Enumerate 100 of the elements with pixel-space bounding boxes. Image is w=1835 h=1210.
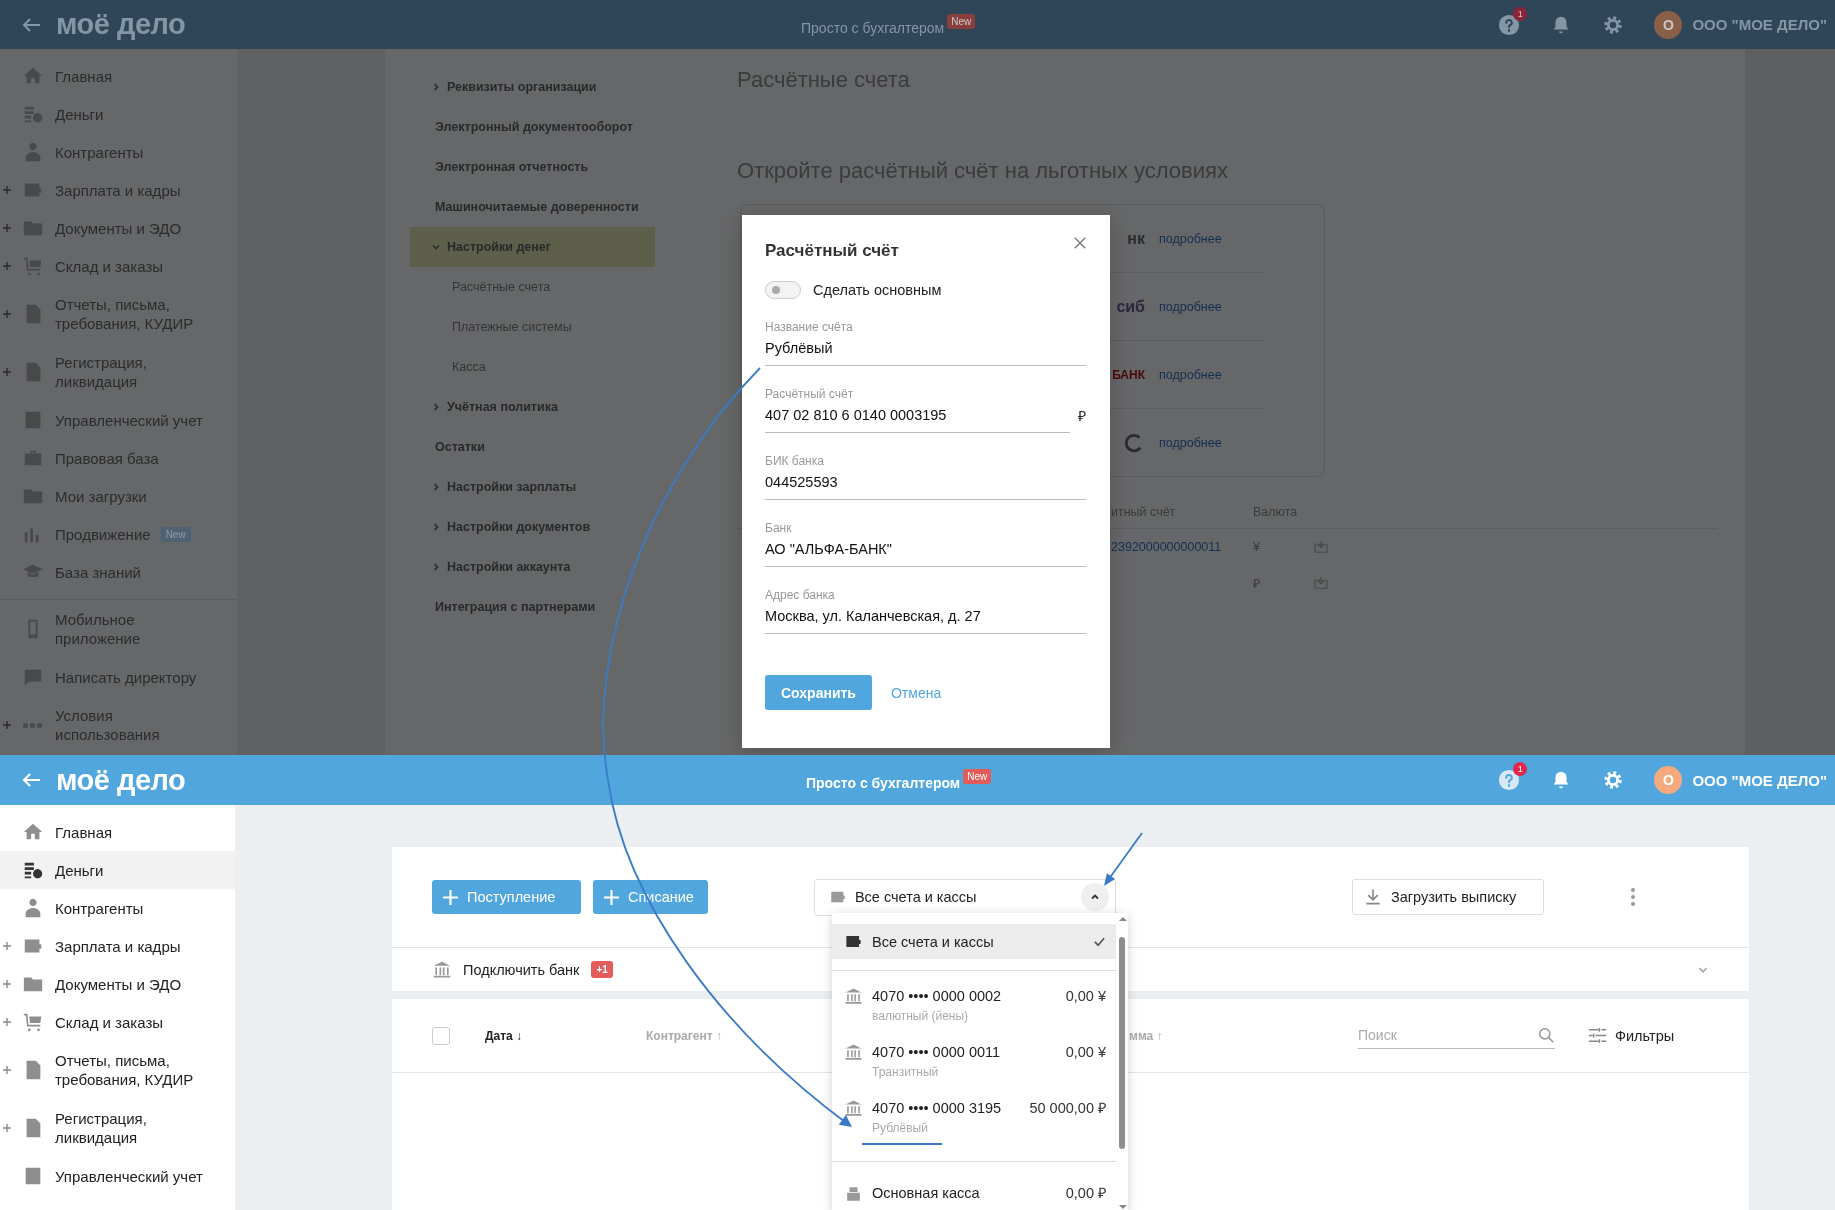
sidebar-item[interactable]: Зарплата и кадры	[0, 927, 235, 965]
add-button[interactable]: Поступление	[432, 880, 581, 914]
details-link[interactable]: подробнее	[1159, 231, 1222, 246]
settings-nav-item[interactable]: Реквизиты организации	[410, 67, 655, 107]
logo[interactable]: моё дело	[56, 8, 801, 41]
plus-icon	[603, 888, 620, 906]
sidebar-item[interactable]: Контрагенты	[0, 889, 235, 927]
help-icon[interactable]	[1498, 13, 1521, 36]
sidebar-item[interactable]: Отчеты, письма, требования, КУДИР	[0, 285, 237, 343]
dropdown-item[interactable]: 4070 •••• 0000 0011 0,00 ¥ Транзитный	[832, 1038, 1116, 1094]
sidebar-item[interactable]: Мои загрузки	[0, 477, 237, 515]
text-field[interactable]: Москва, ул. Каланчевская, д. 27	[765, 607, 1086, 634]
settings-icon[interactable]	[1602, 13, 1625, 36]
save-button[interactable]: Сохранить	[765, 675, 872, 710]
settings-nav-item[interactable]: Настройки зарплаты	[410, 467, 655, 507]
account-note: Транзитный	[872, 1065, 939, 1079]
filters-button[interactable]: Фильтры	[1588, 1026, 1675, 1045]
toggle-switch[interactable]	[765, 281, 801, 299]
avatar[interactable]: О	[1654, 766, 1683, 794]
expand-icon[interactable]	[2, 367, 12, 377]
sidebar-item[interactable]: Склад и заказы	[0, 247, 237, 285]
details-link[interactable]: подробнее	[1159, 367, 1222, 382]
sidebar-item[interactable]: Контрагенты	[0, 133, 237, 171]
sidebar-item[interactable]: Продвижение New	[0, 515, 237, 553]
dropdown-item[interactable]: 4070 •••• 0000 3195 50 000,00 ₽ Рублёвый	[832, 1094, 1116, 1150]
account-number-link[interactable]: 2392000000000011	[1111, 540, 1222, 554]
settings-nav-item[interactable]: Электронная отчетность	[410, 147, 655, 187]
more-icon[interactable]	[1629, 887, 1636, 907]
account-note: Рублёвый	[872, 1121, 928, 1135]
currency-sign: ₽	[1078, 407, 1086, 426]
chevron-down-icon	[431, 242, 441, 252]
company-name[interactable]: ООО "МОЕ ДЕЛО"	[1692, 771, 1827, 789]
expand-icon[interactable]	[2, 1017, 12, 1027]
settings-nav-item[interactable]: Интеграция с партнерами	[410, 587, 655, 627]
plus-icon	[442, 888, 459, 906]
text-field[interactable]: АО "АЛЬФА-БАНК"	[765, 540, 1086, 567]
sidebar-item[interactable]: Документы и ЭДО	[0, 209, 237, 247]
sidebar-item[interactable]: Главная	[0, 813, 235, 851]
settings-nav-item[interactable]: Остатки	[410, 427, 655, 467]
avatar[interactable]: О	[1654, 10, 1683, 39]
text-field[interactable]: 407 02 810 6 0140 0003195	[765, 406, 1070, 433]
settings-icon[interactable]	[1602, 769, 1625, 791]
column-header[interactable]: Дата ↓	[485, 1028, 523, 1043]
currency-cell: ₽	[1253, 576, 1260, 591]
dropdown-item[interactable]: Все счета и кассы	[832, 924, 1116, 959]
details-link[interactable]: подробнее	[1159, 299, 1222, 314]
settings-nav-item[interactable]: Электронный документооборот	[410, 107, 655, 147]
add-button[interactable]: Списание	[593, 880, 708, 914]
settings-nav-item[interactable]: Настройки документов	[410, 507, 655, 547]
sidebar-item[interactable]: База знаний	[0, 553, 237, 591]
details-link[interactable]: подробнее	[1159, 435, 1222, 450]
settings-nav-item[interactable]: Настройки аккаунта	[410, 547, 655, 587]
company-name[interactable]: ООО "МОЕ ДЕЛО"	[1692, 16, 1827, 33]
sidebar-item[interactable]: Регистрация, ликвидация	[0, 1099, 235, 1157]
cancel-link[interactable]: Отмена	[890, 684, 942, 701]
expand-icon[interactable]	[2, 309, 12, 319]
download-icon[interactable]	[1311, 539, 1331, 555]
dropdown-item[interactable]: 4070 •••• 0000 0002 0,00 ¥ валютный (йены)	[832, 982, 1116, 1038]
sidebar-item[interactable]: Написать директору	[0, 648, 237, 706]
sidebar-item[interactable]: Мобильное приложение	[0, 610, 237, 648]
column-header[interactable]: мма ↑	[1129, 1028, 1163, 1043]
column-header[interactable]: Контрагент ↑	[646, 1028, 722, 1043]
sidebar-item[interactable]: Документы и ЭДО	[0, 965, 235, 1003]
dropdown-item[interactable]: Основная касса 0,00 ₽	[832, 1173, 1116, 1210]
download-icon[interactable]	[1311, 575, 1331, 591]
upload-statement-button[interactable]: Загрузить выписку	[1351, 879, 1544, 915]
tagline-link[interactable]: Просто с бухгалтером	[806, 775, 961, 791]
dialog-title: Расчётный счёт	[765, 241, 899, 261]
expand-icon[interactable]	[2, 720, 12, 730]
sidebar-item[interactable]: Главная	[0, 57, 237, 95]
text-field[interactable]: 044525593	[765, 473, 1086, 500]
tagline-link[interactable]: Просто с бухгалтером	[801, 19, 945, 36]
sidebar-item[interactable]: Управленческий учет	[0, 1157, 235, 1195]
sidebar-item[interactable]: Деньги	[0, 95, 237, 133]
sidebar-item[interactable]: Условия использования	[0, 706, 237, 744]
settings-nav-item[interactable]: Машиночитаемые доверенности	[410, 187, 655, 227]
sidebar-item[interactable]: Правовая база	[0, 439, 237, 477]
expand-icon[interactable]	[2, 1065, 12, 1075]
text-field[interactable]: Рублёвый	[765, 339, 1086, 366]
sidebar-item[interactable]: Управленческий учет	[0, 401, 237, 439]
sidebar-item[interactable]: Склад и заказы	[0, 1003, 235, 1041]
close-icon[interactable]	[1074, 237, 1086, 249]
logo[interactable]: моё дело	[56, 763, 801, 797]
search-field[interactable]: Поиск	[1358, 1022, 1555, 1049]
sidebar-item[interactable]: Отчеты, письма, требования, КУДИР	[0, 1041, 235, 1099]
sidebar-item[interactable]: Регистрация, ликвидация	[0, 343, 237, 401]
select-all-checkbox[interactable]	[432, 1026, 450, 1045]
expand-icon[interactable]	[2, 1123, 12, 1133]
connect-bank-link[interactable]: Подключить банк	[463, 961, 580, 978]
cart-icon	[22, 1011, 44, 1033]
expand-icon[interactable]	[2, 223, 12, 233]
sidebar-item[interactable]: Зарплата и кадры	[0, 171, 237, 209]
expand-icon[interactable]	[2, 941, 12, 951]
sidebar-item[interactable]: Деньги	[0, 851, 235, 889]
expand-icon[interactable]	[2, 979, 12, 989]
item-label: 4070 •••• 0000 3195	[872, 1099, 1002, 1118]
expand-icon[interactable]	[2, 261, 12, 271]
expand-icon[interactable]	[2, 185, 12, 195]
settings-nav-item[interactable]: Учётная политика	[410, 387, 655, 427]
bank-logo: нк	[1127, 229, 1145, 248]
